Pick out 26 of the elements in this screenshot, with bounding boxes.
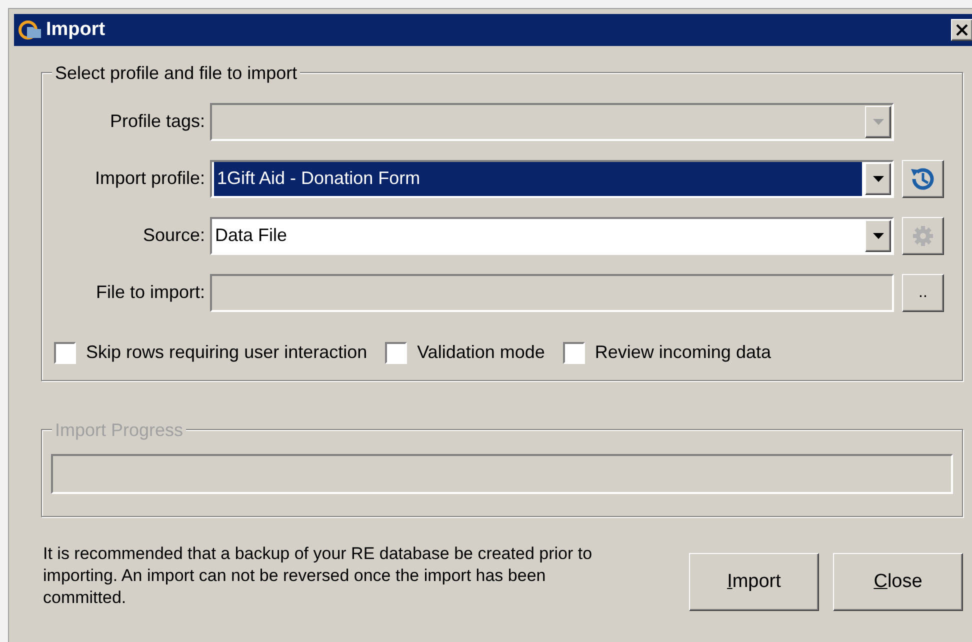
checkbox-label: Review incoming data	[594, 341, 771, 364]
dropdown-field[interactable]: Data File	[210, 216, 894, 254]
checkbox[interactable]	[385, 342, 408, 364]
app-icon	[18, 19, 42, 41]
checkbox[interactable]	[54, 342, 76, 364]
field-label: File to import:	[94, 281, 206, 304]
window-title: Import	[46, 18, 106, 42]
checkbox-label: Validation mode	[417, 341, 545, 364]
dropdown-button[interactable]	[865, 220, 891, 252]
dropdown-button[interactable]	[865, 162, 891, 194]
caret-icon	[872, 232, 884, 238]
import-button[interactable]: Import	[689, 553, 819, 611]
dropdown-field[interactable]: 1Gift Aid - Donation Form	[210, 160, 894, 198]
checkbox-label: Skip rows requiring user interaction	[86, 341, 368, 364]
gear-icon	[912, 224, 934, 246]
history-button[interactable]	[902, 160, 944, 198]
checkbox[interactable]	[562, 342, 585, 364]
close-icon	[956, 24, 968, 36]
warning-text: It is recommended that a backup of your RE database be created prior to importing. An import can not be reversed once the import has been committed.	[43, 543, 594, 609]
close-dialog-button[interactable]: Close	[833, 553, 963, 611]
caret-icon	[872, 118, 884, 124]
field-label: Profile tags:	[108, 110, 206, 133]
caret-icon	[872, 176, 884, 182]
field-label: Source:	[142, 224, 206, 247]
close-button[interactable]	[951, 19, 972, 41]
field-label: Import profile:	[94, 167, 206, 190]
